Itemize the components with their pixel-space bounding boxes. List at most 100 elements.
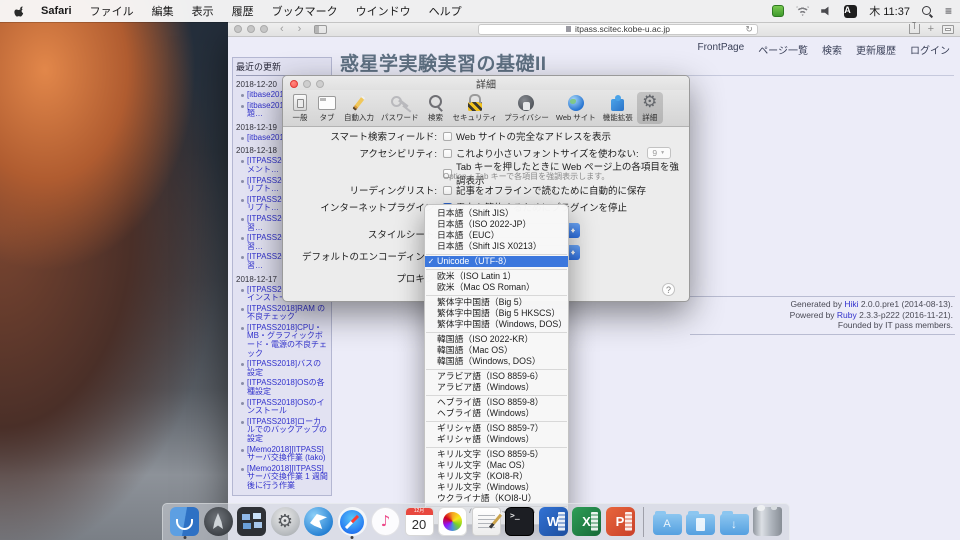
dock-item-terminal[interactable]: >_ (505, 506, 534, 538)
volume-icon[interactable] (821, 6, 832, 16)
encoding-menu-item[interactable]: キリル文字（ISO 8859-5） (425, 449, 568, 460)
dock-item-safari[interactable] (338, 506, 367, 538)
dock-item-excel[interactable]: X (572, 506, 601, 538)
dock-item-photos[interactable] (438, 506, 467, 538)
share-icon[interactable] (909, 24, 920, 34)
offline-reading-checkbox[interactable] (443, 186, 452, 195)
encoding-menu-item[interactable]: 日本語（Shift JIS） (425, 208, 568, 219)
minimize-button[interactable] (247, 25, 255, 33)
encoding-menu-item[interactable]: ヘブライ語（ISO 8859-8） (425, 397, 568, 408)
encoding-menu-item[interactable]: アラビア語（ISO 8859-6） (425, 371, 568, 382)
page-nav-link[interactable]: FrontPage (697, 42, 744, 57)
page-nav-link[interactable]: ページ一覧 (758, 42, 808, 57)
sidebar-link[interactable]: [ITPASS2018]ローカルでのバックアップの設定 (247, 418, 328, 444)
font-size-popup[interactable]: 9▼ (647, 147, 671, 159)
dock-item-folder-downloads[interactable] (720, 506, 749, 538)
apple-menu-icon[interactable] (8, 5, 32, 18)
page-nav-link[interactable]: 更新履歴 (856, 42, 896, 57)
notification-center-icon[interactable]: ≡ (945, 5, 952, 17)
page-nav-link[interactable]: 検索 (822, 42, 842, 57)
menubar-menu[interactable]: 表示 (183, 6, 223, 18)
hiki-link[interactable]: Hiki (844, 299, 858, 309)
encoding-menu-item[interactable]: 韓国語（Windows, DOS） (425, 356, 568, 367)
encoding-menu-item[interactable]: ギリシャ語（Windows） (425, 434, 568, 445)
dock-item-thunderbird[interactable] (304, 506, 333, 538)
dock-item-calendar[interactable]: 12月20 (405, 506, 434, 538)
dialog-titlebar[interactable]: 詳細 (283, 76, 689, 90)
dock-item-powerpoint[interactable]: P (606, 506, 635, 538)
encoding-menu-item[interactable]: 日本語（Shift JIS X0213） (425, 241, 568, 252)
finder-icon (170, 507, 199, 536)
menubar-menu[interactable]: ブックマーク (263, 6, 347, 18)
encoding-menu-item[interactable]: 繁体字中国語（Big 5 HKSCS） (425, 308, 568, 319)
menubar-menu[interactable]: ファイル (81, 6, 143, 18)
close-button[interactable] (234, 25, 242, 33)
show-full-address-checkbox[interactable] (443, 132, 452, 141)
menubar-app-name[interactable]: Safari (32, 5, 81, 17)
bullet-icon (241, 421, 244, 424)
dock-item-folder-applications[interactable] (653, 506, 682, 538)
dock-item-finder[interactable] (170, 506, 199, 538)
dock-item-system-preferences[interactable] (271, 506, 300, 538)
encoding-menu-item[interactable]: ギリシャ語（ISO 8859-7） (425, 423, 568, 434)
minimize-button-disabled (303, 80, 311, 88)
sidebar-link[interactable]: [ITPASS2018]OSの各種設定 (247, 379, 328, 396)
encoding-menu-item[interactable]: 欧米（ISO Latin 1） (425, 271, 568, 282)
dock-item-itunes[interactable] (371, 506, 400, 538)
dock-item-launchpad[interactable] (204, 506, 233, 538)
menubar-clock[interactable]: 木 11:37 (869, 3, 910, 19)
encoding-menu-item[interactable]: キリル文字（Windows） (425, 482, 568, 493)
help-button[interactable]: ? (662, 283, 675, 296)
dock-item-folder-documents[interactable] (686, 506, 715, 538)
encoding-menu-item[interactable]: 日本語（ISO 2022-JP） (425, 219, 568, 230)
sidebar-link[interactable]: [ITPASS2018]バスの設定 (247, 360, 328, 377)
menubar-menu[interactable]: 履歴 (223, 6, 263, 18)
wifi-icon[interactable] (796, 6, 809, 16)
zoom-button[interactable] (260, 25, 268, 33)
encoding-menu-item[interactable]: キリル文字（Mac OS） (425, 460, 568, 471)
sidebar-link[interactable]: [Memo2018][ITPASS]サーバ交換作業 1 週間後に行う作業 (247, 465, 328, 491)
sidebar-link[interactable]: [ITPASS2018]CPU・MB・グラフィックボード・電源の不良チェック (247, 324, 328, 358)
min-font-size-checkbox[interactable] (443, 149, 452, 158)
encoding-menu-item[interactable]: 繁体字中国語（Big 5） (425, 297, 568, 308)
photos-icon (438, 507, 467, 536)
sidebar-toggle-button[interactable] (314, 25, 327, 34)
new-tab-icon[interactable]: + (928, 24, 934, 35)
encoding-menu-item[interactable]: 韓国語（ISO 2022-KR） (425, 334, 568, 345)
general-icon (290, 94, 310, 111)
page-nav-link[interactable]: ログイン (910, 42, 950, 57)
input-source-icon[interactable]: A (844, 5, 857, 18)
ruby-link[interactable]: Ruby (837, 310, 857, 320)
encoding-menu-item[interactable]: 韓国語（Mac OS） (425, 345, 568, 356)
menubar-menu[interactable]: 編集 (143, 6, 183, 18)
close-button[interactable] (290, 80, 298, 88)
encoding-menu-item[interactable]: アラビア語（Windows） (425, 382, 568, 393)
spotlight-icon[interactable] (922, 6, 933, 17)
encoding-menu-item[interactable]: 欧米（Mac OS Roman） (425, 282, 568, 293)
back-button[interactable]: ‹ (273, 24, 291, 35)
menubar-menu[interactable]: ウインドウ (347, 6, 420, 18)
encoding-menu-label: 日本語（ISO 2022-JP） (437, 219, 531, 230)
encoding-menu-item[interactable]: 日本語（EUC） (425, 230, 568, 241)
encoding-menu-item[interactable]: 繁体字中国語（Windows, DOS） (425, 319, 568, 330)
forward-button[interactable]: › (291, 24, 309, 35)
bullet-icon (241, 402, 244, 405)
encoding-menu-item[interactable]: ヘブライ語（Windows） (425, 408, 568, 419)
encoding-menu-item[interactable]: ✓Unicode（UTF-8） (425, 256, 568, 267)
menubar-menu[interactable]: ヘルプ (420, 6, 471, 18)
sidebar-list-item: [ITPASS2018]CPU・MB・グラフィックボード・電源の不良チェック (236, 324, 328, 358)
dock-item-word[interactable]: W (539, 506, 568, 538)
sidebar-link[interactable]: [Memo2018][ITPASS]サーバ交換作業 (tako) (247, 446, 328, 463)
address-bar[interactable]: itpass.scitec.kobe-u.ac.jp ↻ (478, 24, 758, 35)
green-app-menu-icon[interactable] (772, 5, 784, 17)
dock-item-mission-control[interactable] (237, 506, 266, 538)
sidebar-link[interactable]: [ITPASS2018]RAM の不良チェック (247, 305, 328, 322)
encoding-menu-item[interactable]: キリル文字（KOI8-R） (425, 471, 568, 482)
reload-icon[interactable]: ↻ (745, 25, 753, 34)
dock-item-trash[interactable] (753, 506, 782, 538)
sidebar-list-item: [ITPASS2018]ローカルでのバックアップの設定 (236, 418, 328, 444)
sidebar-link[interactable]: [ITPASS2018]OSのインストール (247, 399, 328, 416)
bullet-icon (241, 256, 244, 259)
dock-item-textedit[interactable] (472, 506, 501, 538)
tab-overview-icon[interactable] (942, 25, 954, 34)
